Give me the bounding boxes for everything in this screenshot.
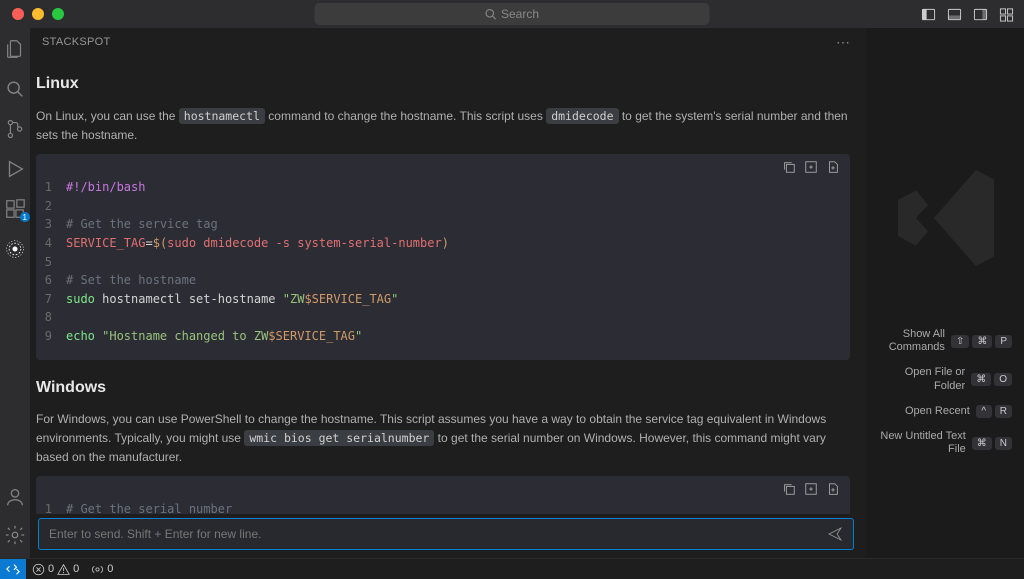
welcome-label: Open Recent [905,405,970,418]
customize-layout-icon[interactable] [998,6,1014,22]
line-number: 9 [36,327,66,346]
line-number: 2 [36,197,66,216]
windows-codeblock: 1# Get the serial number2$serialNumber =… [36,476,850,514]
line-number: 7 [36,290,66,309]
vscode-watermark-icon [886,158,1006,278]
code-content [66,308,465,327]
chat-input[interactable]: Enter to send. Shift + Enter for new lin… [38,518,854,550]
ports-status[interactable]: 0 [85,563,119,576]
linux-intro: On Linux, you can use the hostnamectl co… [36,107,850,144]
code-line: 9echo "Hostname changed to ZW$SERVICE_TA… [36,327,465,346]
linux-codeblock: 1#!/bin/bash2 3# Get the service tag4SER… [36,154,850,359]
code-line: 4SERVICE_TAG=$(sudo dmidecode -s system-… [36,234,465,253]
line-number: 5 [36,253,66,272]
extensions-icon[interactable]: 1 [4,198,26,220]
keybinding: ⌘N [972,437,1012,450]
window-controls [0,8,64,20]
editor-placeholder: Show All Commands ⇧⌘P Open File or Folder ⌘… [866,28,1024,558]
line-number: 8 [36,308,66,327]
line-number: 3 [36,215,66,234]
debug-icon[interactable] [4,158,26,180]
panel-title: STACKSPOT [42,36,111,48]
source-control-icon[interactable] [4,118,26,140]
code-line: 2 [36,197,465,216]
insert-code-icon[interactable] [804,482,818,496]
remote-indicator[interactable] [0,559,26,579]
copy-code-icon[interactable] [782,482,796,496]
code-line: 7sudo hostnamectl set-hostname "ZW$SERVI… [36,290,465,309]
chat-placeholder: Enter to send. Shift + Enter for new lin… [49,527,827,541]
code-content: # Set the hostname [66,271,465,290]
title-bar: ← → Search [0,0,1024,28]
welcome-shortcut[interactable]: Open File or Folder ⌘O [877,366,1012,392]
code-content: echo "Hostname changed to ZW$SERVICE_TAG… [66,327,465,346]
welcome-label: Open File or Folder [877,366,965,392]
line-number: 6 [36,271,66,290]
code-line: 1#!/bin/bash [36,178,465,197]
copy-code-icon[interactable] [782,160,796,174]
code-content [66,197,465,216]
command-center-search[interactable]: Search [315,3,710,25]
code-content: # Get the serial number [66,500,479,514]
code-content: # Get the service tag [66,215,465,234]
insert-code-icon[interactable] [804,160,818,174]
assistant-response: Linux On Linux, you can use the hostname… [30,56,866,514]
keybinding: ⌘O [971,373,1012,386]
code-content: sudo hostnamectl set-hostname "ZW$SERVIC… [66,290,465,309]
explorer-icon[interactable] [4,38,26,60]
line-number: 4 [36,234,66,253]
welcome-shortcut[interactable]: New Untitled Text File ⌘N [877,430,1012,456]
toggle-secondary-sidebar-icon[interactable] [972,6,988,22]
stackspot-panel: STACKSPOT ⋯ Linux On Linux, you can use … [30,28,866,558]
close-window-button[interactable] [12,8,24,20]
status-bar: 0 0 0 [0,558,1024,579]
code-line: 1# Get the serial number [36,500,479,514]
code-line: 6# Set the hostname [36,271,465,290]
code-line: 5 [36,253,465,272]
settings-gear-icon[interactable] [4,524,26,546]
new-file-code-icon[interactable] [826,160,840,174]
windows-intro: For Windows, you can use PowerShell to c… [36,410,850,466]
welcome-shortcut[interactable]: Show All Commands ⇧⌘P [877,328,1012,354]
code-content: SERVICE_TAG=$(sudo dmidecode -s system-s… [66,234,465,253]
inline-code: hostnamectl [179,108,265,124]
welcome-shortcut[interactable]: Open Recent ^R [877,405,1012,418]
search-placeholder: Search [501,7,539,21]
inline-code: wmic bios get serialnumber [244,430,434,446]
stackspot-icon[interactable] [4,238,26,260]
code-content: #!/bin/bash [66,178,465,197]
code-line: 3# Get the service tag [36,215,465,234]
line-number: 1 [36,178,66,197]
minimize-window-button[interactable] [32,8,44,20]
keybinding: ^R [976,405,1012,418]
keybinding: ⇧⌘P [951,335,1012,348]
new-file-code-icon[interactable] [826,482,840,496]
code-content [66,253,465,272]
search-icon[interactable] [4,78,26,100]
code-line: 8 [36,308,465,327]
linux-heading: Linux [36,72,850,97]
maximize-window-button[interactable] [52,8,64,20]
toggle-panel-icon[interactable] [946,6,962,22]
account-icon[interactable] [4,486,26,508]
inline-code: dmidecode [546,108,618,124]
welcome-label: New Untitled Text File [877,430,966,456]
line-number: 1 [36,500,66,514]
problems-status[interactable]: 0 0 [26,563,85,576]
windows-heading: Windows [36,376,850,401]
toggle-primary-sidebar-icon[interactable] [920,6,936,22]
more-actions-button[interactable]: ⋯ [836,34,852,51]
extensions-badge: 1 [20,212,30,222]
activity-bar: 1 [0,28,30,558]
send-button[interactable] [827,526,843,542]
welcome-label: Show All Commands [877,328,945,354]
